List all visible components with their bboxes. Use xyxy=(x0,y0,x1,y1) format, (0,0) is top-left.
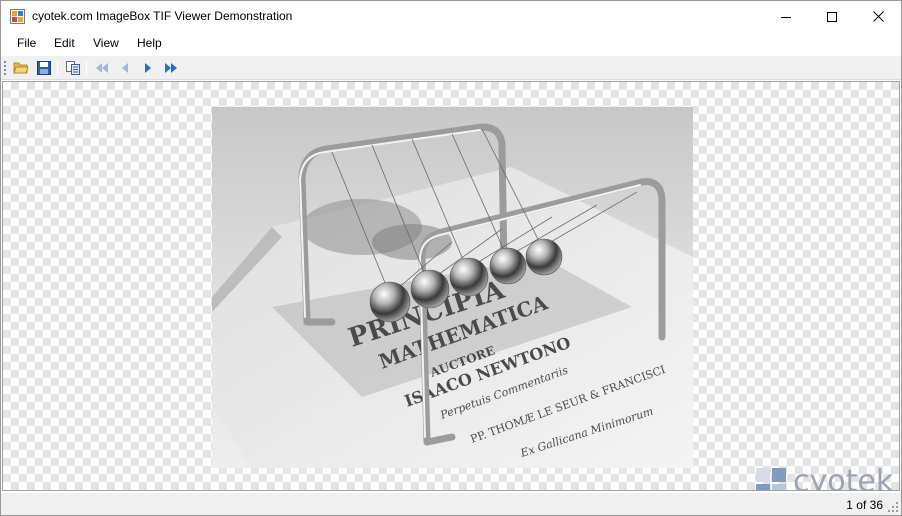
toolbar-grip-icon[interactable] xyxy=(4,60,7,76)
toolbar-separator xyxy=(86,60,87,76)
image-box[interactable]: PRINCIPIA MATHEMATICA AUCTORE ISAACO NEW… xyxy=(2,81,900,491)
menu-file[interactable]: File xyxy=(15,36,38,50)
menu-edit[interactable]: Edit xyxy=(52,36,77,50)
last-page-button[interactable] xyxy=(161,58,181,78)
next-page-button[interactable] xyxy=(138,58,158,78)
menu-view[interactable]: View xyxy=(91,36,121,50)
close-icon xyxy=(872,11,884,22)
open-folder-icon xyxy=(13,62,29,74)
open-button[interactable] xyxy=(11,58,31,78)
cyotek-logo: cyotek xyxy=(755,464,895,491)
app-window: cyotek.com ImageBox TIF Viewer Demonstra… xyxy=(0,0,902,516)
window-title: cyotek.com ImageBox TIF Viewer Demonstra… xyxy=(32,9,293,23)
first-page-icon xyxy=(96,63,108,73)
maximize-icon xyxy=(827,11,837,22)
save-button[interactable] xyxy=(34,58,54,78)
menu-help[interactable]: Help xyxy=(135,36,164,50)
previous-page-button[interactable] xyxy=(115,58,135,78)
maximize-button[interactable] xyxy=(809,1,855,32)
minimize-icon xyxy=(781,16,791,18)
first-page-button[interactable] xyxy=(92,58,112,78)
next-page-icon xyxy=(145,63,151,73)
cyotek-logo-text: cyotek xyxy=(793,464,894,491)
toolbar xyxy=(1,56,901,80)
page-indicator: 1 of 36 xyxy=(846,498,883,512)
last-page-icon xyxy=(165,63,177,73)
toolbar-separator xyxy=(57,60,58,76)
previous-page-icon xyxy=(122,63,128,73)
resize-grip-icon[interactable] xyxy=(887,501,899,513)
status-bar: 1 of 36 xyxy=(1,493,901,515)
copy-button[interactable] xyxy=(63,58,83,78)
newtons-cradle-image[interactable]: PRINCIPIA MATHEMATICA AUCTORE ISAACO NEW… xyxy=(212,107,693,468)
title-bar[interactable]: cyotek.com ImageBox TIF Viewer Demonstra… xyxy=(1,1,901,32)
menu-bar: File Edit View Help xyxy=(1,33,901,55)
minimize-button[interactable] xyxy=(763,1,809,32)
close-button[interactable] xyxy=(855,1,901,32)
app-icon[interactable] xyxy=(10,9,25,24)
save-disk-icon xyxy=(37,61,51,75)
copy-icon xyxy=(66,61,80,75)
